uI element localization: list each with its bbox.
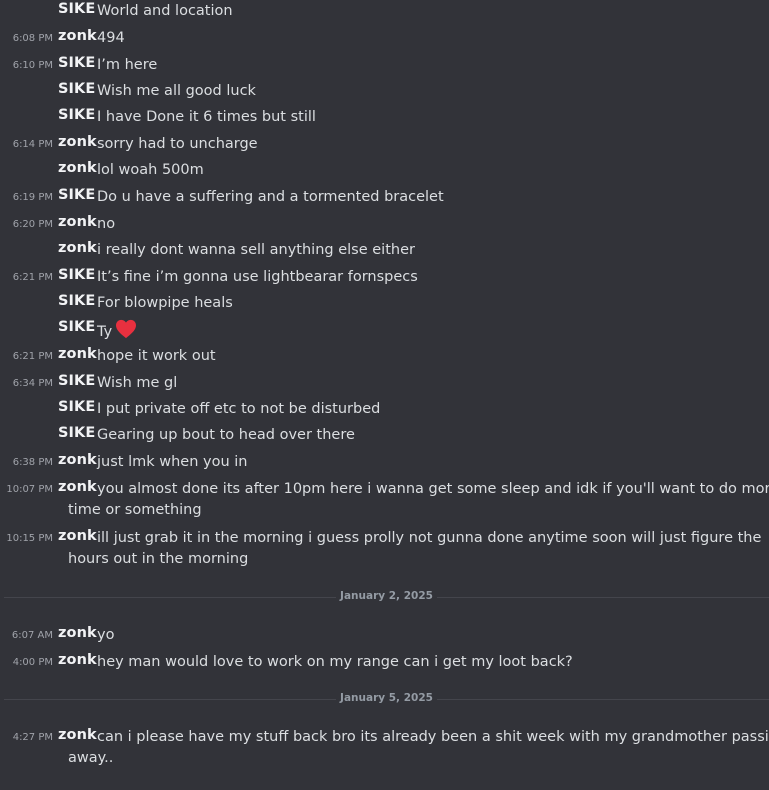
divider-line <box>437 699 769 700</box>
message-author[interactable]: SIKE <box>58 267 95 283</box>
message-author[interactable]: SIKE <box>58 399 95 415</box>
message-text: 494 <box>97 30 125 46</box>
message-text: World and location <box>97 3 233 19</box>
divider-line <box>437 597 769 598</box>
message-text-continued: hours out in the morning <box>68 551 249 567</box>
message-author[interactable]: SIKE <box>58 373 95 389</box>
message-timestamp: 6:19 PM <box>12 192 53 203</box>
date-divider: January 5, 2025 <box>4 691 769 707</box>
message-author[interactable]: zonk <box>58 214 97 230</box>
message-text: sorry had to uncharge <box>97 136 258 152</box>
message-author[interactable]: zonk <box>58 625 97 641</box>
message-author[interactable]: SIKE <box>58 187 95 203</box>
message-timestamp: 6:07 AM <box>11 630 53 641</box>
message-author[interactable]: SIKE <box>58 319 95 335</box>
message-text: I’m here <box>97 57 158 73</box>
message-list: SIKE World and location 6:08 PM zonk 494… <box>0 0 769 790</box>
message-text: you almost done its after 10pm here i wa… <box>97 481 769 497</box>
message-timestamp: 6:21 PM <box>12 351 53 362</box>
message-author[interactable]: zonk <box>58 528 97 544</box>
message-text: Wish me all good luck <box>97 83 256 99</box>
divider-date: January 5, 2025 <box>340 692 433 704</box>
message-text: Gearing up bout to head over there <box>97 427 355 443</box>
message-text: I have Done it 6 times but still <box>97 109 316 125</box>
message-timestamp: 10:07 PM <box>6 484 53 495</box>
message-author[interactable]: SIKE <box>58 107 95 123</box>
message-timestamp: 6:21 PM <box>12 272 53 283</box>
message-text: i really dont wanna sell anything else e… <box>97 242 415 258</box>
message-author[interactable]: zonk <box>58 727 97 743</box>
message-timestamp: 6:34 PM <box>12 378 53 389</box>
message-author[interactable]: zonk <box>58 652 97 668</box>
divider-line <box>4 597 336 598</box>
message-author[interactable]: zonk <box>58 134 97 150</box>
message-timestamp: 6:08 PM <box>12 33 53 44</box>
message-author[interactable]: zonk <box>58 240 97 256</box>
message-timestamp: 6:20 PM <box>12 219 53 230</box>
message-text: yo <box>97 627 115 643</box>
message-text: It’s fine i’m gonna use lightbearar forn… <box>97 269 418 285</box>
message-author[interactable]: SIKE <box>58 425 95 441</box>
date-divider: January 2, 2025 <box>4 589 769 605</box>
message-text-wrap: Ty <box>97 319 737 343</box>
message-text: no <box>97 216 116 232</box>
message-text: For blowpipe heals <box>97 295 233 311</box>
message-author[interactable]: zonk <box>58 479 97 495</box>
message-timestamp: 4:27 PM <box>12 732 53 743</box>
message-text: lol woah 500m <box>97 162 204 178</box>
message-text: hope it work out <box>97 348 216 364</box>
message-text-continued: away.. <box>68 750 114 766</box>
divider-date: January 2, 2025 <box>340 590 433 602</box>
message-timestamp: 4:00 PM <box>12 657 53 668</box>
message-text: Do u have a suffering and a tormented br… <box>97 189 444 205</box>
message-author[interactable]: SIKE <box>58 293 95 309</box>
message-text: I put private off etc to not be disturbe… <box>97 401 381 417</box>
message-author[interactable]: SIKE <box>58 55 95 71</box>
message-text: hey man would love to work on my range c… <box>97 654 573 670</box>
message-author[interactable]: zonk <box>58 346 97 362</box>
message-author[interactable]: SIKE <box>58 1 95 17</box>
message-text-continued: time or something <box>68 502 202 518</box>
message-author[interactable]: zonk <box>58 452 97 468</box>
message-author[interactable]: zonk <box>58 28 97 44</box>
message-author[interactable]: SIKE <box>58 81 95 97</box>
message-timestamp: 6:14 PM <box>12 139 53 150</box>
message-timestamp: 6:38 PM <box>12 457 53 468</box>
message-text: just lmk when you in <box>97 454 248 470</box>
message-text: can i please have my stuff back bro its … <box>97 729 769 745</box>
message-author[interactable]: zonk <box>58 160 97 176</box>
message-text: Wish me gl <box>97 375 178 391</box>
message-timestamp: 10:15 PM <box>6 533 53 544</box>
message-text: Ty <box>97 324 113 340</box>
heart-icon <box>116 319 137 339</box>
divider-line <box>4 699 336 700</box>
message-text: ill just grab it in the morning i guess … <box>97 530 762 546</box>
message-timestamp: 6:10 PM <box>12 60 53 71</box>
